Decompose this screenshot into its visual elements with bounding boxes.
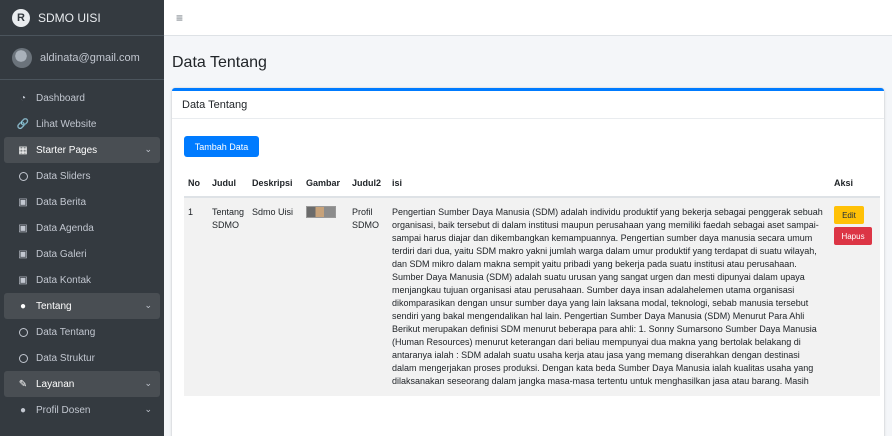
- sidebar-item-data-galeri[interactable]: ▣ Data Galeri: [4, 241, 160, 267]
- sidebar-item-data-struktur[interactable]: Data Struktur: [4, 345, 160, 371]
- sidebar-item-label: Data Galeri: [36, 248, 87, 260]
- cell-gambar: [302, 197, 349, 396]
- chevron-down-icon: ⌄: [144, 378, 152, 388]
- col-gambar: Gambar: [302, 169, 349, 198]
- topbar: ≡: [164, 0, 892, 36]
- brand-name: SDMO UISI: [38, 10, 101, 25]
- sidebar-item-label: Tentang: [36, 300, 72, 312]
- data-card: Data Tentang Tambah Data No Judul Deskri…: [172, 88, 884, 436]
- sidebar-item-label: Profil Dosen: [36, 404, 91, 416]
- data-table: No Judul Deskripsi Gambar Judul2 isi Aks…: [184, 169, 880, 396]
- col-aksi: Aksi: [830, 169, 880, 198]
- sidebar-item-data-kontak[interactable]: ▣ Data Kontak: [4, 267, 160, 293]
- chevron-down-icon: ⌄: [144, 144, 152, 154]
- add-data-button[interactable]: Tambah Data: [184, 136, 259, 157]
- sidebar-item-data-berita[interactable]: ▣ Data Berita: [4, 189, 160, 215]
- image-icon: ▣: [18, 196, 28, 208]
- sidebar-item-label: Lihat Website: [36, 118, 97, 130]
- cell-no: 1: [184, 197, 208, 396]
- sidebar-item-label: Data Berita: [36, 196, 87, 208]
- brand[interactable]: R SDMO UISI: [0, 0, 164, 36]
- chevron-down-icon: ⌄: [144, 300, 152, 310]
- edit-icon: ✎: [18, 378, 28, 390]
- thumbnail-image[interactable]: [306, 206, 337, 218]
- sidebar-item-label: Data Agenda: [36, 222, 94, 234]
- user-icon: ●: [19, 300, 27, 312]
- sidebar-item-data-tentang[interactable]: Data Tentang: [4, 319, 160, 345]
- table-row: 1 Tentang SDMO Sdmo Uisi Profil SDMO Pen…: [184, 197, 880, 396]
- card-title: Data Tentang: [172, 91, 884, 119]
- photo-icon: ▣: [18, 248, 28, 260]
- sidebar-item-label: Data Kontak: [36, 274, 92, 286]
- contact-icon: ▣: [18, 274, 28, 286]
- sidebar-item-data-sliders[interactable]: Data Sliders: [4, 163, 160, 189]
- circle-icon: [16, 171, 30, 181]
- edit-button[interactable]: Edit: [834, 206, 864, 224]
- chevron-down-icon: ⌄: [144, 404, 152, 414]
- table-header-row: No Judul Deskripsi Gambar Judul2 isi Aks…: [184, 169, 880, 198]
- circle-icon: [16, 327, 30, 337]
- sidebar-item-label: Dashboard: [36, 92, 85, 104]
- sidebar-item-data-agenda[interactable]: ▣ Data Agenda: [4, 215, 160, 241]
- sidebar-item-label: Data Tentang: [36, 326, 96, 338]
- sidebar-item-label: Data Sliders: [36, 170, 91, 182]
- sidebar-item-dashboard[interactable]: ◔ Dashboard: [4, 85, 160, 111]
- sidebar-item-profil-dosen[interactable]: ● Profil Dosen ⌄: [4, 397, 160, 423]
- delete-button[interactable]: Hapus: [834, 227, 872, 245]
- grid-icon: ▦: [18, 144, 28, 156]
- sidebar-item-lihat-website[interactable]: 🔗 Lihat Website: [4, 111, 160, 137]
- col-judul2: Judul2: [348, 169, 389, 198]
- col-isi: isi: [388, 169, 830, 198]
- user-icon: ●: [19, 404, 27, 416]
- avatar: [12, 47, 32, 68]
- sidebar-item-label: Starter Pages: [36, 144, 98, 156]
- sidebar-item-layanan[interactable]: ✎ Layanan ⌄: [4, 371, 160, 397]
- cell-judul2: Profil SDMO: [348, 197, 389, 396]
- user-email: aldinata@gmail.com: [40, 51, 140, 64]
- col-no: No: [184, 169, 208, 198]
- cell-judul: Tentang SDMO: [208, 197, 249, 396]
- sidebar-item-label: Data Struktur: [36, 352, 95, 364]
- cell-deskripsi: Sdmo Uisi: [248, 197, 303, 396]
- link-icon: 🔗: [16, 118, 30, 130]
- user-panel[interactable]: aldinata@gmail.com: [0, 36, 164, 80]
- page-title: Data Tentang: [172, 54, 267, 71]
- calendar-icon: ▣: [18, 222, 28, 234]
- col-deskripsi: Deskripsi: [248, 169, 303, 198]
- cell-isi: Pengertian Sumber Daya Manusia (SDM) ada…: [388, 197, 830, 396]
- col-judul: Judul: [208, 169, 249, 198]
- circle-icon: [16, 353, 30, 363]
- sidebar: R SDMO UISI aldinata@gmail.com ◔ Dashboar…: [0, 0, 164, 436]
- cell-aksi: Edit Hapus: [830, 197, 880, 396]
- sidebar-item-label: Layanan: [36, 378, 75, 390]
- sidebar-item-tentang[interactable]: ● Tentang ⌄: [4, 293, 160, 319]
- sidebar-item-starter-pages[interactable]: ▦ Starter Pages ⌄: [4, 137, 160, 163]
- dashboard-icon: ◔: [19, 92, 27, 104]
- brand-logo-icon: R: [12, 8, 30, 27]
- hamburger-icon[interactable]: ≡: [176, 11, 183, 25]
- sidebar-nav: ◔ Dashboard 🔗 Lihat Website ▦ Starter Pages ⌄ D…: [0, 80, 164, 423]
